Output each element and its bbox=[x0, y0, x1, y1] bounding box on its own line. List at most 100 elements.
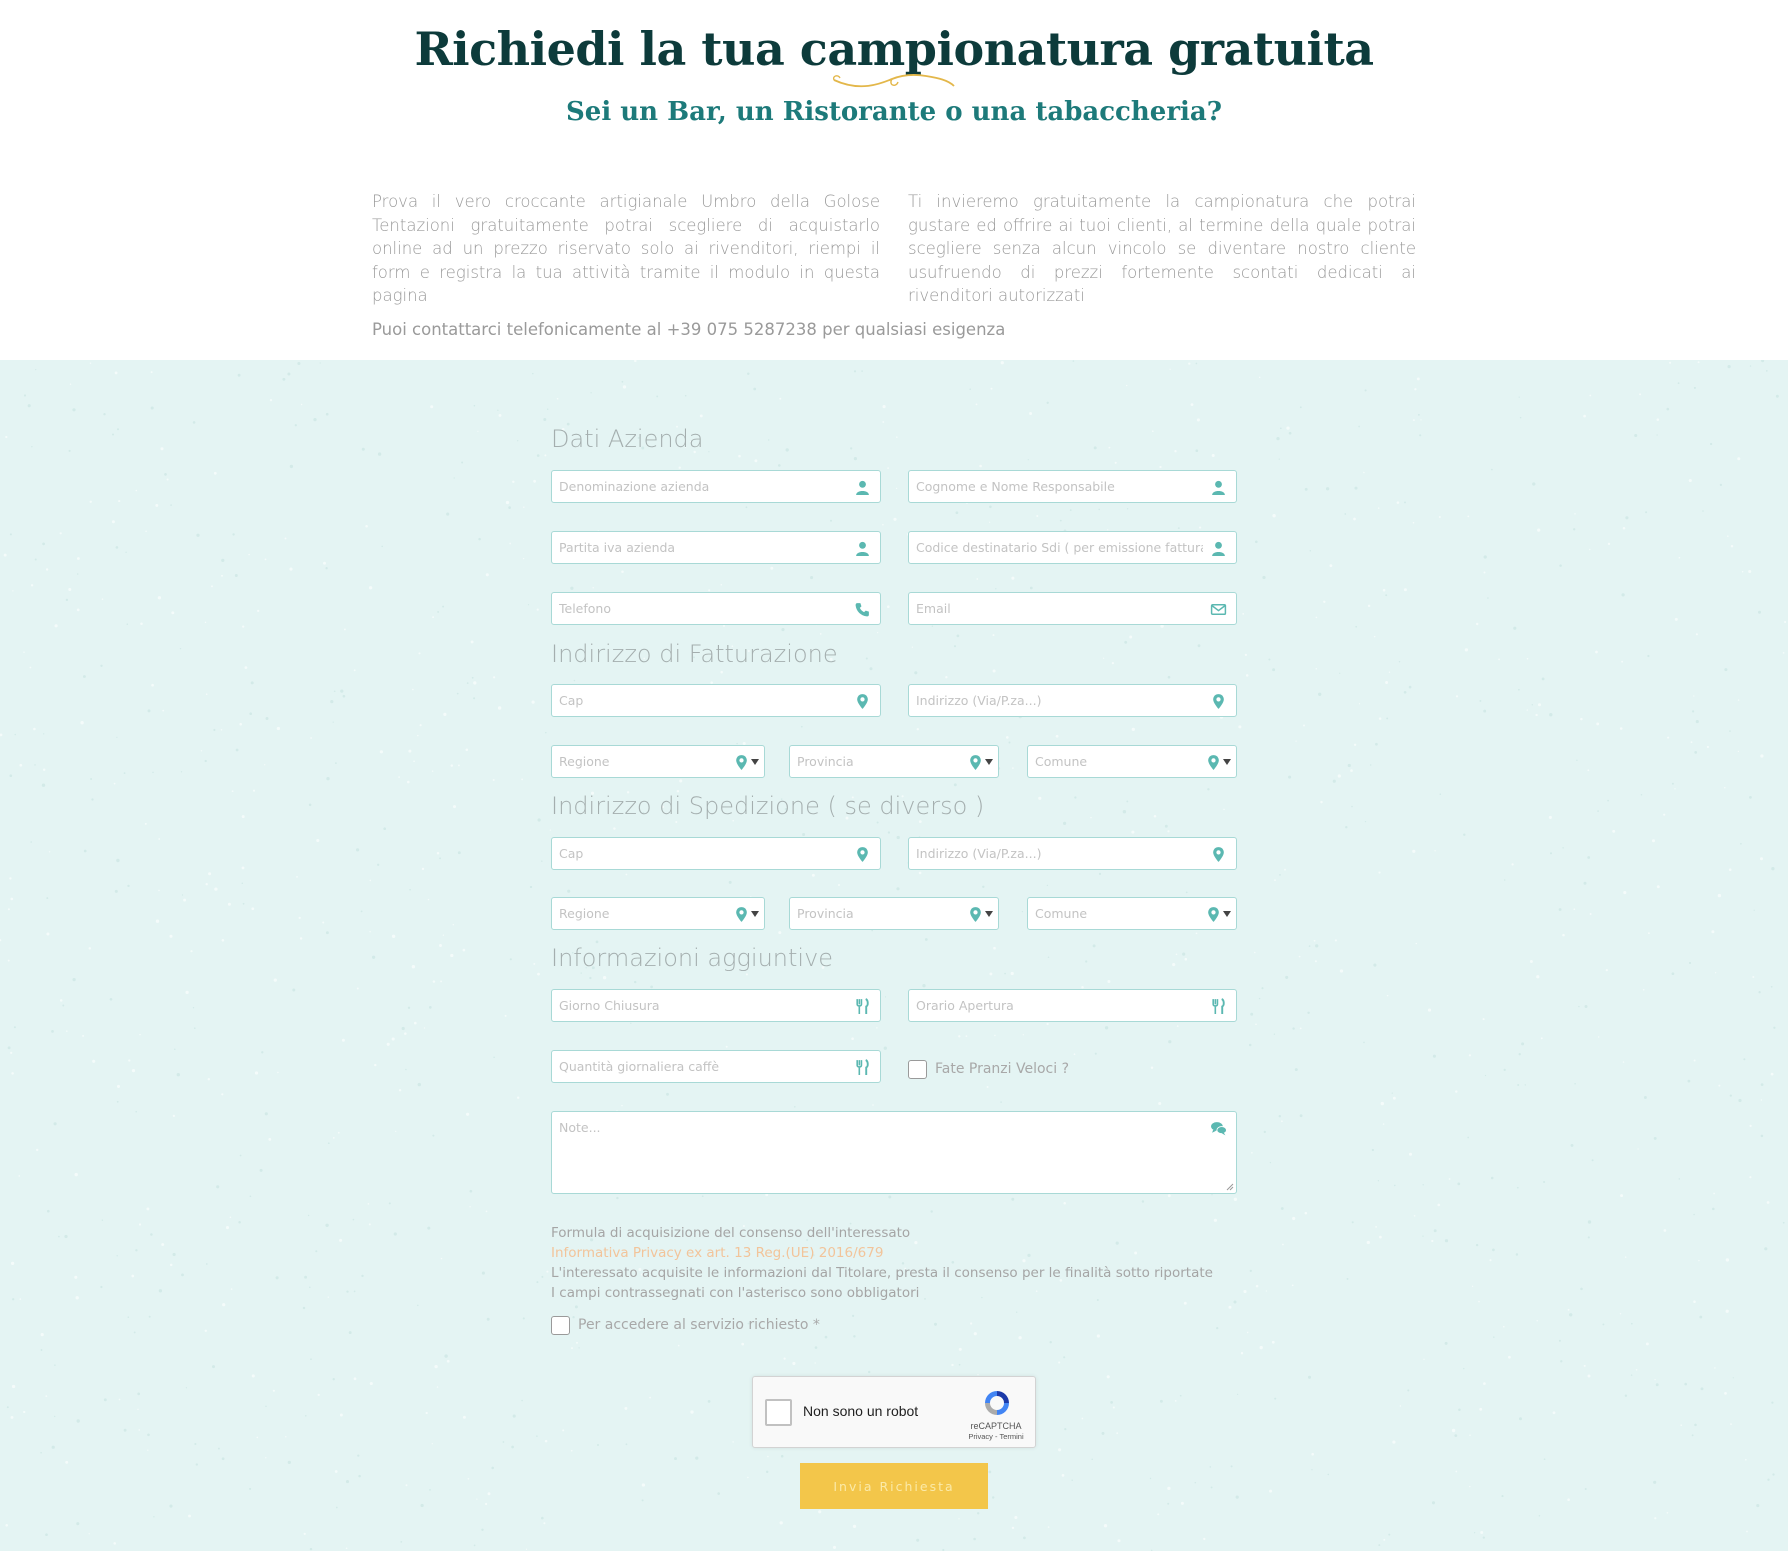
manager-name-field[interactable] bbox=[908, 470, 1237, 503]
recaptcha-terms-link[interactable]: Privacy - Termini bbox=[956, 1432, 1036, 1441]
sdi-code-input[interactable] bbox=[916, 532, 1203, 563]
background-speckle bbox=[504, 1014, 507, 1017]
background-speckle bbox=[1364, 820, 1367, 823]
consent-checkbox[interactable] bbox=[551, 1316, 570, 1335]
background-speckle bbox=[1480, 1531, 1484, 1534]
background-speckle bbox=[621, 1104, 623, 1107]
background-speckle bbox=[958, 1035, 961, 1038]
phone-input[interactable] bbox=[559, 593, 847, 624]
background-speckle bbox=[339, 1413, 343, 1417]
background-speckle bbox=[116, 736, 118, 738]
background-speckle bbox=[237, 373, 241, 377]
manager-name-input[interactable] bbox=[916, 471, 1203, 502]
background-speckle bbox=[1422, 1235, 1424, 1237]
notes-textarea[interactable] bbox=[559, 1112, 1203, 1190]
background-speckle bbox=[1268, 658, 1271, 661]
background-speckle bbox=[404, 1032, 407, 1035]
billing-province-select[interactable]: Provincia bbox=[789, 745, 999, 778]
background-speckle bbox=[1433, 1229, 1437, 1233]
background-speckle bbox=[1350, 769, 1353, 772]
background-speckle bbox=[221, 558, 225, 563]
background-speckle bbox=[1269, 1489, 1273, 1493]
billing-city-select[interactable]: Comune bbox=[1027, 745, 1237, 778]
background-speckle bbox=[398, 776, 400, 778]
background-speckle bbox=[158, 838, 161, 840]
background-speckle bbox=[1071, 1479, 1073, 1482]
opening-hours-field[interactable] bbox=[908, 989, 1237, 1022]
background-speckle bbox=[1531, 704, 1534, 706]
background-speckle bbox=[1246, 1331, 1249, 1334]
quick-lunch-checkbox[interactable] bbox=[908, 1060, 927, 1079]
recaptcha-checkbox[interactable] bbox=[765, 1399, 792, 1426]
background-speckle bbox=[478, 537, 481, 541]
background-speckle bbox=[144, 822, 147, 825]
shipping-address-input[interactable] bbox=[916, 838, 1203, 869]
resize-handle[interactable] bbox=[1226, 1183, 1234, 1191]
background-speckle bbox=[204, 621, 207, 624]
background-speckle bbox=[1654, 1378, 1656, 1381]
email-input[interactable] bbox=[916, 593, 1203, 624]
background-speckle bbox=[914, 671, 918, 675]
shipping-city-select[interactable]: Comune bbox=[1027, 897, 1237, 930]
daily-coffee-field[interactable] bbox=[551, 1050, 881, 1083]
background-speckle bbox=[965, 1035, 968, 1037]
background-speckle bbox=[66, 1030, 68, 1032]
background-speckle bbox=[1346, 1277, 1349, 1280]
background-speckle bbox=[1392, 1096, 1396, 1100]
email-field[interactable] bbox=[908, 592, 1237, 625]
background-speckle bbox=[249, 712, 253, 716]
company-name-field[interactable] bbox=[551, 470, 881, 503]
background-speckle bbox=[116, 1100, 119, 1103]
background-speckle bbox=[1482, 1018, 1485, 1021]
background-speckle bbox=[241, 882, 244, 885]
company-name-input[interactable] bbox=[559, 471, 847, 502]
background-speckle bbox=[74, 1172, 78, 1177]
shipping-province-select[interactable]: Provincia bbox=[789, 897, 999, 930]
background-speckle bbox=[401, 1026, 405, 1031]
background-speckle bbox=[1018, 1336, 1022, 1340]
billing-cap-input[interactable] bbox=[559, 685, 847, 716]
notes-field[interactable] bbox=[551, 1111, 1237, 1194]
background-speckle bbox=[348, 1331, 352, 1335]
background-speckle bbox=[1619, 1313, 1622, 1315]
background-speckle bbox=[469, 1206, 471, 1208]
submit-button[interactable]: Invia Richiesta bbox=[800, 1463, 988, 1509]
billing-cap-field[interactable] bbox=[551, 684, 881, 717]
daily-coffee-input[interactable] bbox=[559, 1051, 847, 1082]
background-speckle bbox=[340, 689, 344, 693]
billing-region-select[interactable]: Regione bbox=[551, 745, 765, 778]
background-speckle bbox=[146, 1207, 150, 1211]
background-speckle bbox=[1243, 1289, 1247, 1294]
background-speckle bbox=[1058, 1448, 1062, 1452]
closing-day-field[interactable] bbox=[551, 989, 881, 1022]
background-speckle bbox=[157, 596, 162, 600]
background-speckle bbox=[53, 1122, 57, 1126]
background-speckle bbox=[767, 1455, 769, 1458]
background-speckle bbox=[1770, 985, 1773, 988]
billing-address-input[interactable] bbox=[916, 685, 1203, 716]
background-speckle bbox=[1211, 1194, 1213, 1196]
sdi-code-field[interactable] bbox=[908, 531, 1237, 564]
background-speckle bbox=[100, 664, 103, 667]
privacy-policy-link[interactable]: Informativa Privacy ex art. 13 Reg.(UE) … bbox=[551, 1243, 1213, 1263]
shipping-region-select[interactable]: Regione bbox=[551, 897, 765, 930]
vat-field[interactable] bbox=[551, 531, 881, 564]
background-speckle bbox=[10, 1261, 15, 1266]
background-speckle bbox=[1624, 1394, 1628, 1397]
background-speckle bbox=[525, 1548, 528, 1550]
consent-heading: Formula di acquisizione del consenso del… bbox=[551, 1225, 911, 1241]
shipping-cap-input[interactable] bbox=[559, 838, 847, 869]
background-speckle bbox=[1503, 1068, 1506, 1072]
background-speckle bbox=[1467, 515, 1470, 518]
background-speckle bbox=[884, 996, 887, 998]
opening-hours-input[interactable] bbox=[916, 990, 1203, 1021]
background-speckle bbox=[1279, 427, 1282, 430]
billing-address-field[interactable] bbox=[908, 684, 1237, 717]
vat-input[interactable] bbox=[559, 532, 847, 563]
shipping-cap-field[interactable] bbox=[551, 837, 881, 870]
phone-field[interactable] bbox=[551, 592, 881, 625]
background-speckle bbox=[1347, 763, 1351, 768]
shipping-address-field[interactable] bbox=[908, 837, 1237, 870]
background-speckle bbox=[1378, 717, 1382, 720]
closing-day-input[interactable] bbox=[559, 990, 847, 1021]
